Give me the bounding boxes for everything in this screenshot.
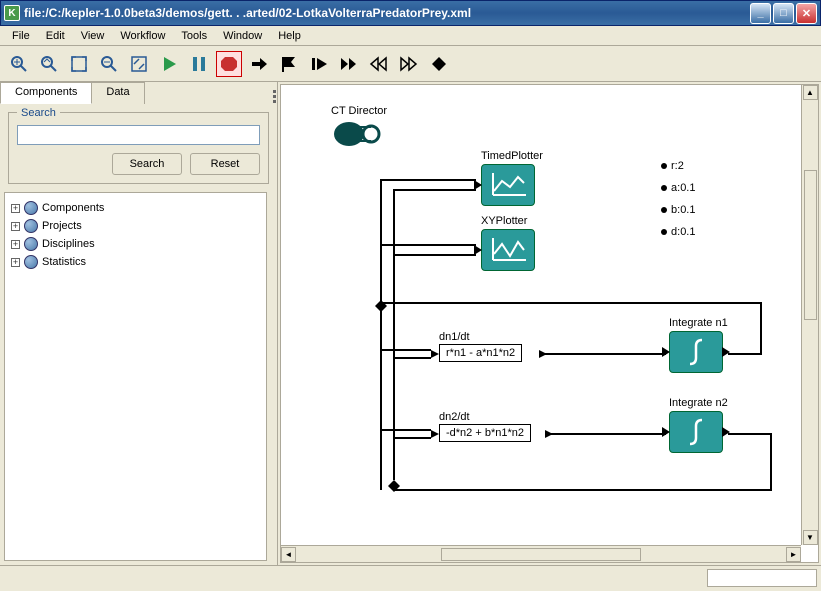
tree-label: Statistics [42,256,86,268]
director-ct[interactable]: CT Director [331,105,387,152]
skip-back-icon[interactable] [366,51,392,77]
param-value: 0.1 [680,226,695,238]
actor-label: Integrate n2 [669,397,728,409]
param-label: b: [671,204,680,216]
tree-label: Projects [42,220,82,232]
folder-icon [24,237,38,251]
scroll-thumb[interactable] [441,548,641,561]
tab-components[interactable]: Components [0,82,92,104]
actor-label: Integrate n1 [669,317,728,329]
status-field [707,569,817,587]
param-a[interactable]: a: 0.1 [661,182,695,194]
title-bar: K file:/C:/kepler-1.0.0beta3/demos/gett.… [0,0,821,26]
param-d[interactable]: d: 0.1 [661,226,695,238]
menu-tools[interactable]: Tools [173,28,215,44]
tree-label: Components [42,202,104,214]
flag-icon[interactable] [276,51,302,77]
step-icon[interactable] [306,51,332,77]
vertical-scrollbar[interactable]: ▲ ▼ [801,85,818,545]
tab-data[interactable]: Data [91,82,144,104]
param-label: a: [671,182,680,194]
param-b[interactable]: b: 0.1 [661,204,695,216]
app-icon: K [4,5,20,21]
horizontal-scrollbar[interactable]: ◄ ► [281,545,801,562]
expr-label: dn2/dt [439,411,531,423]
stop-icon[interactable] [216,51,242,77]
sidebar: Components Data Search Search Reset +Com… [0,82,278,565]
actor-xy-plotter[interactable]: XYPlotter [481,215,535,271]
param-value: 0.1 [680,204,695,216]
actor-integrate-n2[interactable]: Integrate n2 [669,397,728,453]
expr-value: r*n1 - a*n1*n2 [446,347,515,359]
zoom-in-icon[interactable] [6,51,32,77]
tree-item-statistics[interactable]: +Statistics [11,253,260,271]
expr-value: -d*n2 + b*n1*n2 [446,427,524,439]
folder-icon [24,201,38,215]
search-button[interactable]: Search [112,153,182,175]
folder-icon [24,219,38,233]
zoom-fit-icon[interactable] [66,51,92,77]
workflow-canvas[interactable]: CT Director r: 2 a: 0.1 b: 0.1 d: 0.1 [280,84,819,563]
search-panel: Search Search Reset [8,112,269,184]
play-icon[interactable] [156,51,182,77]
actor-dn2-expression[interactable]: dn2/dt -d*n2 + b*n1*n2 [439,411,531,442]
fullscreen-icon[interactable] [126,51,152,77]
skip-forward-icon[interactable] [396,51,422,77]
param-r[interactable]: r: 2 [661,160,684,172]
scroll-right-icon[interactable]: ► [786,547,801,562]
tree-item-projects[interactable]: +Projects [11,217,260,235]
close-button[interactable]: ✕ [796,3,817,24]
param-label: r: [671,160,678,172]
menu-window[interactable]: Window [215,28,270,44]
search-legend: Search [17,107,60,119]
component-tree[interactable]: +Components +Projects +Disciplines +Stat… [4,192,267,561]
scroll-down-icon[interactable]: ▼ [803,530,818,545]
tree-label: Disciplines [42,238,95,250]
zoom-reset-icon[interactable] [36,51,62,77]
actor-label: TimedPlotter [481,150,543,162]
minimize-button[interactable]: _ [750,3,771,24]
folder-icon [24,255,38,269]
search-input[interactable] [17,125,260,145]
scroll-up-icon[interactable]: ▲ [803,85,818,100]
menu-file[interactable]: File [4,28,38,44]
tree-item-disciplines[interactable]: +Disciplines [11,235,260,253]
param-value: 0.1 [680,182,695,194]
scroll-thumb[interactable] [804,170,817,320]
sidebar-splitter[interactable] [271,82,277,565]
zoom-out-icon[interactable] [96,51,122,77]
actor-dn1-expression[interactable]: dn1/dt r*n1 - a*n1*n2 [439,331,522,362]
actor-integrate-n1[interactable]: Integrate n1 [669,317,728,373]
menu-bar: File Edit View Workflow Tools Window Hel… [0,26,821,46]
expr-label: dn1/dt [439,331,522,343]
fast-forward-icon[interactable] [336,51,362,77]
actor-timed-plotter[interactable]: TimedPlotter [481,150,543,206]
menu-edit[interactable]: Edit [38,28,73,44]
reset-button[interactable]: Reset [190,153,260,175]
menu-workflow[interactable]: Workflow [112,28,173,44]
actor-label: XYPlotter [481,215,535,227]
menu-help[interactable]: Help [270,28,309,44]
arrow-right-icon[interactable] [246,51,272,77]
diamond-icon[interactable] [426,51,452,77]
scroll-left-icon[interactable]: ◄ [281,547,296,562]
director-label: CT Director [331,105,387,117]
window-title: file:/C:/kepler-1.0.0beta3/demos/gett. .… [24,6,750,20]
menu-view[interactable]: View [73,28,113,44]
param-value: 2 [678,160,684,172]
toolbar [0,46,821,82]
tree-item-components[interactable]: +Components [11,199,260,217]
maximize-button[interactable]: □ [773,3,794,24]
param-label: d: [671,226,680,238]
status-bar [0,565,821,589]
pause-icon[interactable] [186,51,212,77]
